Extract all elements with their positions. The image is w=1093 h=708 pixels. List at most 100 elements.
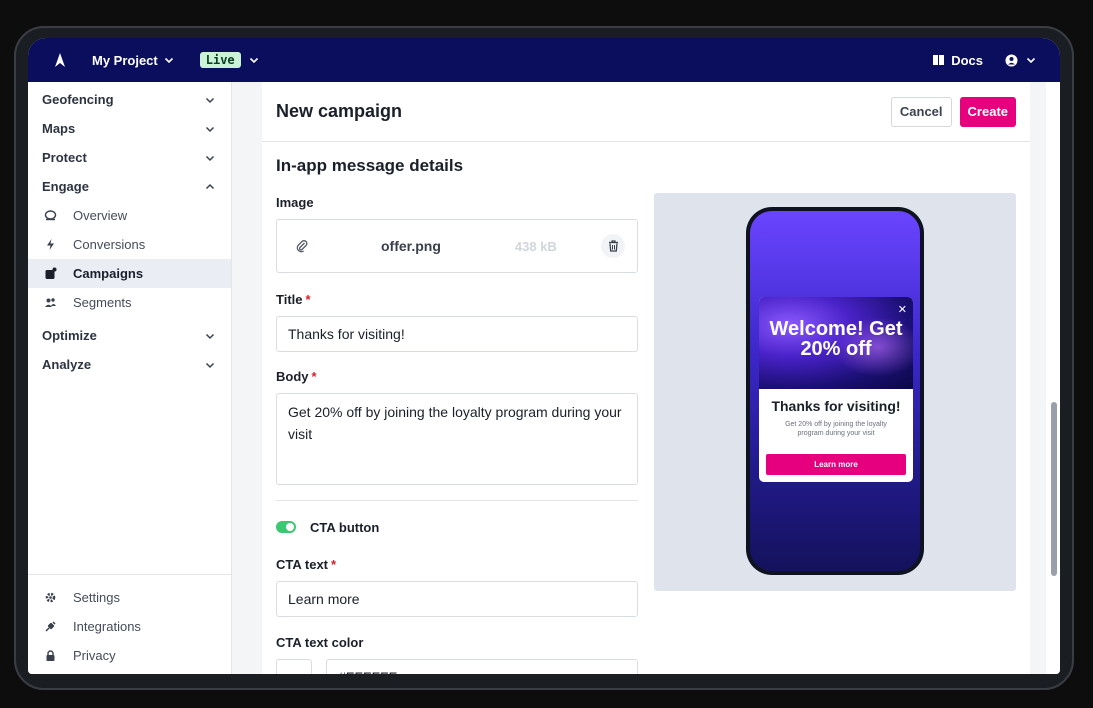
user-menu[interactable]	[1005, 54, 1036, 67]
divider	[276, 500, 638, 501]
image-label: Image	[276, 195, 314, 210]
sidebar-item-integrations[interactable]: Integrations	[28, 612, 231, 641]
cta-text-label-text: CTA text	[276, 557, 328, 572]
gear-icon	[44, 591, 57, 604]
book-icon	[933, 55, 945, 65]
lock-icon	[44, 649, 57, 662]
environment-selector[interactable]: Live	[199, 52, 259, 68]
sidebar: Geofencing Maps Protect Engage Overview	[28, 82, 232, 674]
chevron-down-icon	[205, 362, 215, 368]
sidebar-group-label: Optimize	[42, 328, 97, 343]
header-actions: Cancel Create	[890, 96, 1016, 127]
required-asterisk: *	[305, 292, 311, 307]
sidebar-item-label: Integrations	[73, 619, 141, 634]
docs-link[interactable]: Docs	[932, 53, 983, 68]
image-upload[interactable]: offer.png 438 kB	[276, 219, 638, 273]
scrollbar-track	[1046, 82, 1060, 674]
tablet-frame: My Project Live Docs Geofencing Maps Pro…	[14, 26, 1074, 690]
message-form: Image offer.png 438 kB Title * Thanks for…	[276, 182, 638, 674]
logo-icon[interactable]	[52, 52, 68, 68]
sidebar-item-label: Settings	[73, 590, 120, 605]
page-header: New campaign Cancel Create	[262, 82, 1030, 142]
body-label-text: Body	[276, 369, 309, 384]
user-icon	[1005, 54, 1018, 66]
sidebar-item-campaigns[interactable]: Campaigns	[28, 259, 231, 288]
sidebar-item-overview[interactable]: Overview	[28, 201, 231, 230]
sidebar-footer: Settings Integrations Privacy	[28, 574, 231, 674]
chevron-down-icon	[205, 97, 215, 103]
preview-cta-button[interactable]: Learn more	[766, 454, 906, 475]
section-title: In-app message details	[276, 156, 464, 175]
image-filename[interactable]: offer.png	[381, 238, 441, 254]
project-selector[interactable]: My Project	[92, 53, 174, 68]
color-swatch[interactable]	[276, 659, 312, 674]
cta-text-label: CTA text *	[276, 557, 638, 575]
bolt-icon	[44, 238, 57, 251]
chevron-down-icon	[205, 333, 215, 339]
phone-mockup: Welcome! Get 20% off ✕ Thanks for visiti…	[746, 207, 924, 575]
sidebar-group-protect[interactable]: Protect	[28, 143, 231, 172]
chevron-down-icon	[205, 126, 215, 132]
sidebar-item-settings[interactable]: Settings	[28, 583, 231, 612]
sidebar-item-segments[interactable]: Segments	[28, 288, 231, 317]
cta-toggle-row: CTA button	[276, 518, 638, 536]
title-input[interactable]: Thanks for visiting!	[276, 316, 638, 352]
title-label-text: Title	[276, 292, 303, 307]
sidebar-group-label: Protect	[42, 150, 87, 165]
body-textarea[interactable]: Get 20% off by joining the loyalty progr…	[276, 393, 638, 485]
page-title: New campaign	[276, 101, 403, 121]
screen: My Project Live Docs Geofencing Maps Pro…	[28, 38, 1060, 674]
sidebar-group-label: Engage	[42, 179, 89, 194]
sidebar-group-label: Geofencing	[42, 92, 114, 107]
chevron-up-icon	[205, 183, 215, 189]
sidebar-group-label: Maps	[42, 121, 76, 136]
sidebar-group-analyze[interactable]: Analyze	[28, 350, 231, 379]
trash-icon	[608, 240, 618, 252]
sidebar-group-geofencing[interactable]: Geofencing	[28, 85, 231, 114]
paperclip-icon	[295, 239, 309, 253]
cta-color-label: CTA text color	[276, 635, 364, 650]
required-asterisk: *	[311, 369, 317, 384]
sidebar-item-label: Campaigns	[73, 266, 144, 281]
cta-toggle[interactable]	[276, 521, 296, 533]
overview-icon	[44, 209, 57, 222]
required-asterisk: *	[331, 557, 337, 572]
users-icon	[44, 296, 57, 309]
environment-badge: Live	[199, 52, 241, 68]
preview-headline: Welcome! Get 20% off	[769, 318, 903, 360]
cta-color-input[interactable]: #FFFFFF	[326, 659, 638, 674]
chevron-down-icon	[164, 57, 173, 64]
chevron-down-icon	[205, 155, 215, 161]
sidebar-item-label: Privacy	[73, 648, 116, 663]
sidebar-item-label: Overview	[73, 208, 128, 223]
cancel-button[interactable]: Cancel	[890, 96, 952, 127]
docs-label: Docs	[951, 52, 983, 68]
preview-body: Get 20% off by joining the loyalty progr…	[785, 421, 887, 437]
image-filesize: 438 kB	[514, 238, 557, 254]
sidebar-item-conversions[interactable]: Conversions	[28, 230, 231, 259]
cta-toggle-label: CTA button	[310, 519, 380, 535]
preview-modal: Welcome! Get 20% off ✕ Thanks for visiti…	[759, 297, 913, 482]
preview-image: Welcome! Get 20% off ✕	[759, 297, 913, 389]
body-label: Body *	[276, 369, 638, 387]
sidebar-item-label: Segments	[73, 295, 132, 310]
cta-color-row: #FFFFFF	[276, 659, 638, 674]
title-label: Title *	[276, 292, 638, 310]
campaigns-icon	[44, 267, 57, 280]
sidebar-group-optimize[interactable]: Optimize	[28, 321, 231, 350]
sidebar-item-privacy[interactable]: Privacy	[28, 641, 231, 670]
phone-screen: Welcome! Get 20% off ✕ Thanks for visiti…	[750, 211, 920, 571]
create-button[interactable]: Create	[959, 96, 1016, 127]
scrollbar-thumb[interactable]	[1051, 402, 1057, 576]
chevron-down-icon	[249, 57, 258, 64]
delete-image-button[interactable]	[601, 234, 625, 258]
sidebar-group-engage[interactable]: Engage	[28, 172, 231, 201]
close-icon[interactable]: ✕	[898, 303, 907, 316]
cta-text-input[interactable]: Learn more	[276, 581, 638, 617]
sidebar-group-maps[interactable]: Maps	[28, 114, 231, 143]
chevron-down-icon	[1026, 57, 1036, 64]
sidebar-item-label: Conversions	[73, 237, 146, 252]
main-panel: New campaign Cancel Create In-app messag…	[262, 82, 1030, 674]
top-navigation-bar: My Project Live Docs	[28, 38, 1060, 82]
message-preview: Welcome! Get 20% off ✕ Thanks for visiti…	[654, 193, 1016, 591]
